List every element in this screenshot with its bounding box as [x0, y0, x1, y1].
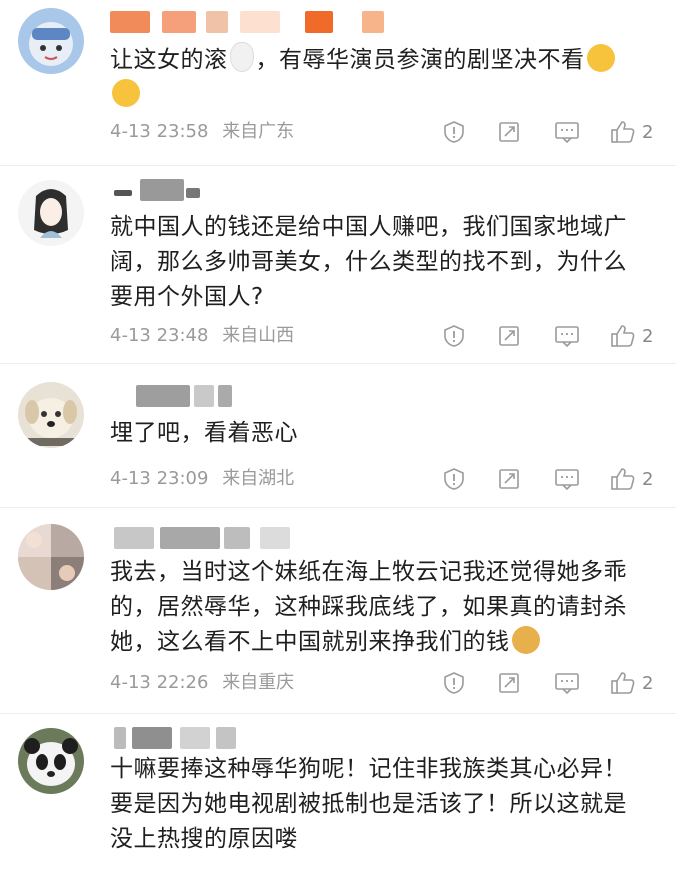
comment-actions: 2 [442, 670, 662, 696]
comment-text: 让这女的滚 ，有辱华演员参演的剧坚决不看 [110, 42, 650, 113]
angry-face-icon [112, 79, 140, 107]
like-count: 2 [642, 325, 654, 347]
comment-button[interactable] [554, 670, 580, 696]
report-button[interactable] [442, 119, 466, 145]
forward-icon [499, 673, 519, 693]
panda-avatar-icon [18, 728, 84, 794]
report-icon [444, 672, 464, 694]
comment-icon [555, 673, 579, 695]
comment-date: 4-13 22:26 [110, 672, 209, 693]
comment-button[interactable] [554, 466, 580, 492]
comment-location: 来自湖北 [222, 468, 295, 489]
comment-meta: 4-13 23:58 来自广东 [110, 120, 302, 144]
dog-avatar-icon [18, 382, 84, 448]
username-redacted[interactable] [110, 724, 390, 752]
forward-button[interactable] [497, 119, 521, 145]
like-icon [611, 672, 635, 694]
comment-location: 来自山西 [222, 325, 295, 346]
comment-text: 我去，当时这个妹纸在海上牧云记我还觉得她多乖的，居然辱华，这种踩我底线了，如果真… [110, 559, 627, 655]
like-count: 2 [642, 121, 654, 143]
username-redacted[interactable] [110, 176, 390, 204]
like-button[interactable]: 2 [610, 670, 653, 696]
avatar[interactable] [18, 728, 84, 794]
comment-item: 就中国人的钱还是给中国人赚吧，我们国家地域广阔，那么多帅哥美女，什么类型的找不到… [0, 166, 676, 364]
report-icon [444, 468, 464, 490]
angry-face-icon [586, 44, 615, 72]
comment-button[interactable] [554, 119, 580, 145]
comment-location: 来自广东 [222, 121, 295, 142]
egg-icon [229, 42, 254, 72]
comment-actions: 2 [442, 323, 662, 349]
report-button[interactable] [442, 323, 466, 349]
like-icon [611, 121, 635, 143]
like-button[interactable]: 2 [610, 323, 653, 349]
report-button[interactable] [442, 466, 466, 492]
forward-button[interactable] [497, 670, 521, 696]
comment-location: 来自重庆 [222, 672, 295, 693]
like-icon [611, 468, 635, 490]
comment-date: 4-13 23:48 [110, 325, 209, 346]
avatar[interactable] [18, 180, 84, 246]
cartoon-blue-avatar-icon [18, 8, 84, 74]
comment-date: 4-13 23:09 [110, 468, 209, 489]
ink-girl-avatar-icon [18, 180, 84, 246]
comment-icon [555, 122, 579, 144]
comment-meta: 4-13 23:09 来自湖北 [110, 467, 302, 491]
comment-text: 埋了吧，看着恶心 [110, 420, 298, 446]
comment-actions: 2 [442, 466, 662, 492]
like-button[interactable]: 2 [610, 119, 653, 145]
photo-collage-avatar-icon [18, 524, 84, 590]
comment-item: 我去，当时这个妹纸在海上牧云记我还觉得她多乖的，居然辱华，这种踩我底线了，如果真… [0, 508, 676, 714]
comment-icon [555, 326, 579, 348]
forward-button[interactable] [497, 466, 521, 492]
report-icon [444, 325, 464, 347]
comment-meta: 4-13 23:48 来自山西 [110, 324, 302, 348]
forward-button[interactable] [497, 323, 521, 349]
comment-item: 十嘛要捧这种辱华狗呢！记住非我族类其心必异！要是因为她电视剧被抵制也是活该了！所… [0, 714, 676, 872]
comment-date: 4-13 23:58 [110, 121, 209, 142]
comment-actions: 2 [442, 119, 662, 145]
username-redacted[interactable] [110, 382, 390, 410]
username-redacted[interactable] [110, 524, 390, 552]
forward-icon [499, 122, 519, 142]
forward-icon [499, 469, 519, 489]
comment-item: 埋了吧，看着恶心 4-13 23:09 来自湖北 2 [0, 364, 676, 508]
like-button[interactable]: 2 [610, 466, 653, 492]
comment-text: 就中国人的钱还是给中国人赚吧，我们国家地域广阔，那么多帅哥美女，什么类型的找不到… [110, 214, 627, 310]
avatar[interactable] [18, 8, 84, 74]
forward-icon [499, 326, 519, 346]
like-count: 2 [642, 468, 654, 490]
avatar[interactable] [18, 524, 84, 590]
comment-meta: 4-13 22:26 来自重庆 [110, 671, 302, 695]
like-count: 2 [642, 672, 654, 694]
comment-text: 十嘛要捧这种辱华狗呢！记住非我族类其心必异！要是因为她电视剧被抵制也是活该了！所… [110, 756, 627, 852]
username-redacted[interactable] [110, 8, 390, 36]
comment-button[interactable] [554, 323, 580, 349]
doge-icon [511, 626, 540, 654]
report-button[interactable] [442, 670, 466, 696]
avatar[interactable] [18, 382, 84, 448]
comment-item: 让这女的滚 ，有辱华演员参演的剧坚决不看 4-13 23:58 来自广东 2 [0, 0, 676, 166]
report-icon [444, 121, 464, 143]
comment-icon [555, 469, 579, 491]
like-icon [611, 325, 635, 347]
